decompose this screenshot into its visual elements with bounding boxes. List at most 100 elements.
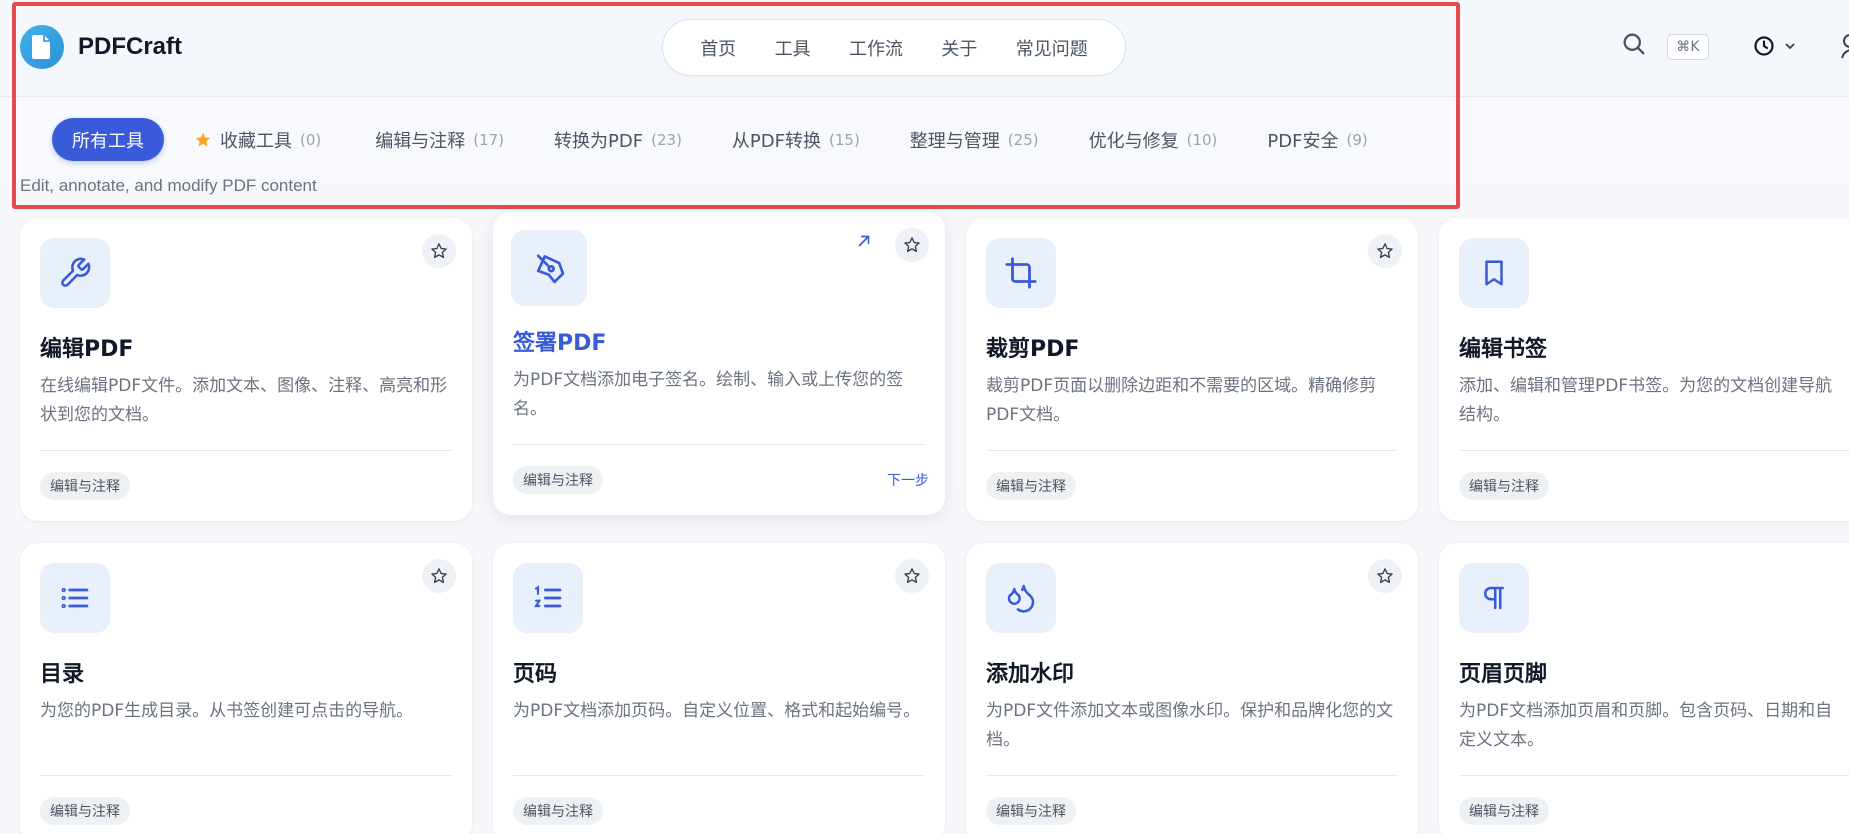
star-icon <box>904 568 920 584</box>
next-step-link[interactable]: 下一步 <box>887 470 929 490</box>
tab-edit-annotate[interactable]: 编辑与注释 (17) <box>355 118 524 161</box>
tab-label: 收藏工具 <box>220 130 292 152</box>
category-tag: 编辑与注释 <box>1459 797 1549 825</box>
section-subtitle: Edit, annotate, and modify PDF content <box>20 176 317 195</box>
tab-pdf-security[interactable]: PDF安全 (9) <box>1247 118 1387 161</box>
card-divider <box>986 450 1398 451</box>
wrench-icon <box>40 238 110 308</box>
tool-card-page-numbers[interactable]: 页码 为PDF文档添加页码。自定义位置、格式和起始编号。 编辑与注释 <box>493 543 945 834</box>
nav-tools[interactable]: 工具 <box>775 35 811 61</box>
nav-workflow[interactable]: 工作流 <box>849 35 903 61</box>
tool-card-edit-bookmarks[interactable]: 编辑书签 添加、编辑和管理PDF书签。为您的文档创建导航结构。 编辑与注释 <box>1439 218 1849 521</box>
favorite-star-button[interactable] <box>422 234 456 268</box>
brand-name: PDFCraft <box>78 33 183 60</box>
numbered-list-icon <box>513 563 583 633</box>
nav-home[interactable]: 首页 <box>700 35 736 61</box>
tab-count: (10) <box>1186 130 1218 149</box>
card-divider <box>1459 450 1849 451</box>
favorite-star-button[interactable] <box>1368 559 1402 593</box>
card-divider <box>40 450 452 451</box>
tab-label: 整理与管理 <box>909 130 1000 152</box>
card-description: 裁剪PDF页面以删除边距和不需要的区域。精确修剪PDF文档。 <box>986 376 1377 425</box>
history-button[interactable] <box>1752 34 1796 58</box>
star-filled-icon <box>195 132 211 146</box>
tab-label: 编辑与注释 <box>375 130 466 152</box>
category-tag: 编辑与注释 <box>40 797 130 825</box>
card-description: 为PDF文档添加页眉和页脚。包含页码、日期和自定义文本。 <box>1459 701 1833 750</box>
card-title: 目录 <box>40 662 85 687</box>
tab-all-tools[interactable]: 所有工具 <box>52 118 164 161</box>
tab-label: 转换为PDF <box>554 130 644 152</box>
star-icon <box>904 237 920 253</box>
category-tag: 编辑与注释 <box>1459 472 1549 500</box>
card-title: 页码 <box>513 662 558 687</box>
card-divider <box>513 775 925 776</box>
nav-faq[interactable]: 常见问题 <box>1016 35 1088 61</box>
card-title: 页眉页脚 <box>1459 662 1548 687</box>
tab-convert-to-pdf[interactable]: 转换为PDF (23) <box>534 118 702 161</box>
tab-count: (17) <box>473 130 505 149</box>
tab-count: (23) <box>651 130 682 149</box>
category-tag: 编辑与注释 <box>513 466 603 494</box>
favorite-star-button[interactable] <box>1368 234 1402 268</box>
tab-optimize[interactable]: 优化与修复 (10) <box>1069 118 1238 161</box>
card-description: 为PDF文档添加电子签名。绘制、输入或上传您的签名。 <box>513 370 904 419</box>
card-title: 裁剪PDF <box>986 337 1080 362</box>
tab-favorites[interactable]: 收藏工具 (0) <box>174 118 341 161</box>
clock-icon <box>1754 36 1774 56</box>
card-title: 编辑PDF <box>40 337 134 362</box>
tab-label: 从PDF转换 <box>731 130 821 152</box>
tab-convert-from-pdf[interactable]: 从PDF转换 (15) <box>712 118 880 161</box>
arrow-up-right-icon <box>855 232 873 254</box>
card-divider <box>40 775 452 776</box>
chevron-down-icon <box>1785 43 1795 50</box>
tab-count: (15) <box>829 130 860 149</box>
pen-nib-icon <box>511 230 587 306</box>
tool-card-watermark[interactable]: 添加水印 为PDF文件添加文本或图像水印。保护和品牌化您的文档。 编辑与注释 <box>966 543 1418 834</box>
star-icon <box>1377 243 1393 259</box>
shortcut-badge: ⌘K <box>1667 34 1709 60</box>
category-tag: 编辑与注释 <box>40 472 130 500</box>
top-header: PDFCraft 首页 工具 工作流 关于 常见问题 ⌘K <box>0 0 1849 97</box>
search-icon[interactable] <box>1620 30 1648 62</box>
list-icon <box>40 563 110 633</box>
main-nav: 首页 工具 工作流 关于 常见问题 <box>662 19 1126 76</box>
card-divider <box>1459 775 1849 776</box>
tool-card-sign-pdf[interactable]: 签署PDF 为PDF文档添加电子签名。绘制、输入或上传您的签名。 编辑与注释 下… <box>493 212 945 515</box>
pdfcraft-logo-icon <box>20 25 64 69</box>
pilcrow-icon <box>1459 563 1529 633</box>
tab-organize[interactable]: 整理与管理 (25) <box>890 118 1059 161</box>
card-divider <box>513 444 925 445</box>
user-icon[interactable] <box>1838 32 1849 66</box>
tab-label: PDF安全 <box>1267 130 1339 152</box>
favorite-star-button[interactable] <box>895 559 929 593</box>
category-bar: 所有工具 收藏工具 (0) 编辑与注释 (17) 转换为PDF (23) 从PD… <box>0 97 1849 185</box>
tool-card-crop-pdf[interactable]: 裁剪PDF 裁剪PDF页面以删除边距和不需要的区域。精确修剪PDF文档。 编辑与… <box>966 218 1418 521</box>
tool-card-edit-pdf[interactable]: 编辑PDF 在线编辑PDF文件。添加文本、图像、注释、高亮和形状到您的文档。 编… <box>20 218 472 521</box>
card-description: 为您的PDF生成目录。从书签创建可点击的导航。 <box>40 701 414 721</box>
category-tag: 编辑与注释 <box>986 797 1076 825</box>
favorite-star-button[interactable] <box>895 228 929 262</box>
brand[interactable]: PDFCraft <box>20 25 182 69</box>
tab-count: (9) <box>1346 130 1368 149</box>
nav-about[interactable]: 关于 <box>941 35 977 61</box>
favorite-star-button[interactable] <box>422 559 456 593</box>
card-description: 为PDF文件添加文本或图像水印。保护和品牌化您的文档。 <box>986 701 1394 750</box>
card-description: 为PDF文档添加页码。自定义位置、格式和起始编号。 <box>513 701 921 721</box>
crop-icon <box>986 238 1056 308</box>
star-icon <box>431 243 447 259</box>
droplets-icon <box>986 563 1056 633</box>
star-icon <box>431 568 447 584</box>
tab-label: 优化与修复 <box>1088 130 1179 152</box>
card-description: 添加、编辑和管理PDF书签。为您的文档创建导航结构。 <box>1459 376 1833 425</box>
tab-count: (0) <box>300 130 322 149</box>
card-description: 在线编辑PDF文件。添加文本、图像、注释、高亮和形状到您的文档。 <box>40 376 448 425</box>
category-tag: 编辑与注释 <box>513 797 603 825</box>
tool-card-toc[interactable]: 目录 为您的PDF生成目录。从书签创建可点击的导航。 编辑与注释 <box>20 543 472 834</box>
card-title: 编辑书签 <box>1459 337 1548 362</box>
star-icon <box>1377 568 1393 584</box>
card-title: 添加水印 <box>986 662 1075 687</box>
category-tabs: 所有工具 收藏工具 (0) 编辑与注释 (17) 转换为PDF (23) 从PD… <box>52 118 1388 161</box>
tab-label: 所有工具 <box>72 130 144 152</box>
tool-card-header-footer[interactable]: 页眉页脚 为PDF文档添加页眉和页脚。包含页码、日期和自定义文本。 编辑与注释 <box>1439 543 1849 834</box>
